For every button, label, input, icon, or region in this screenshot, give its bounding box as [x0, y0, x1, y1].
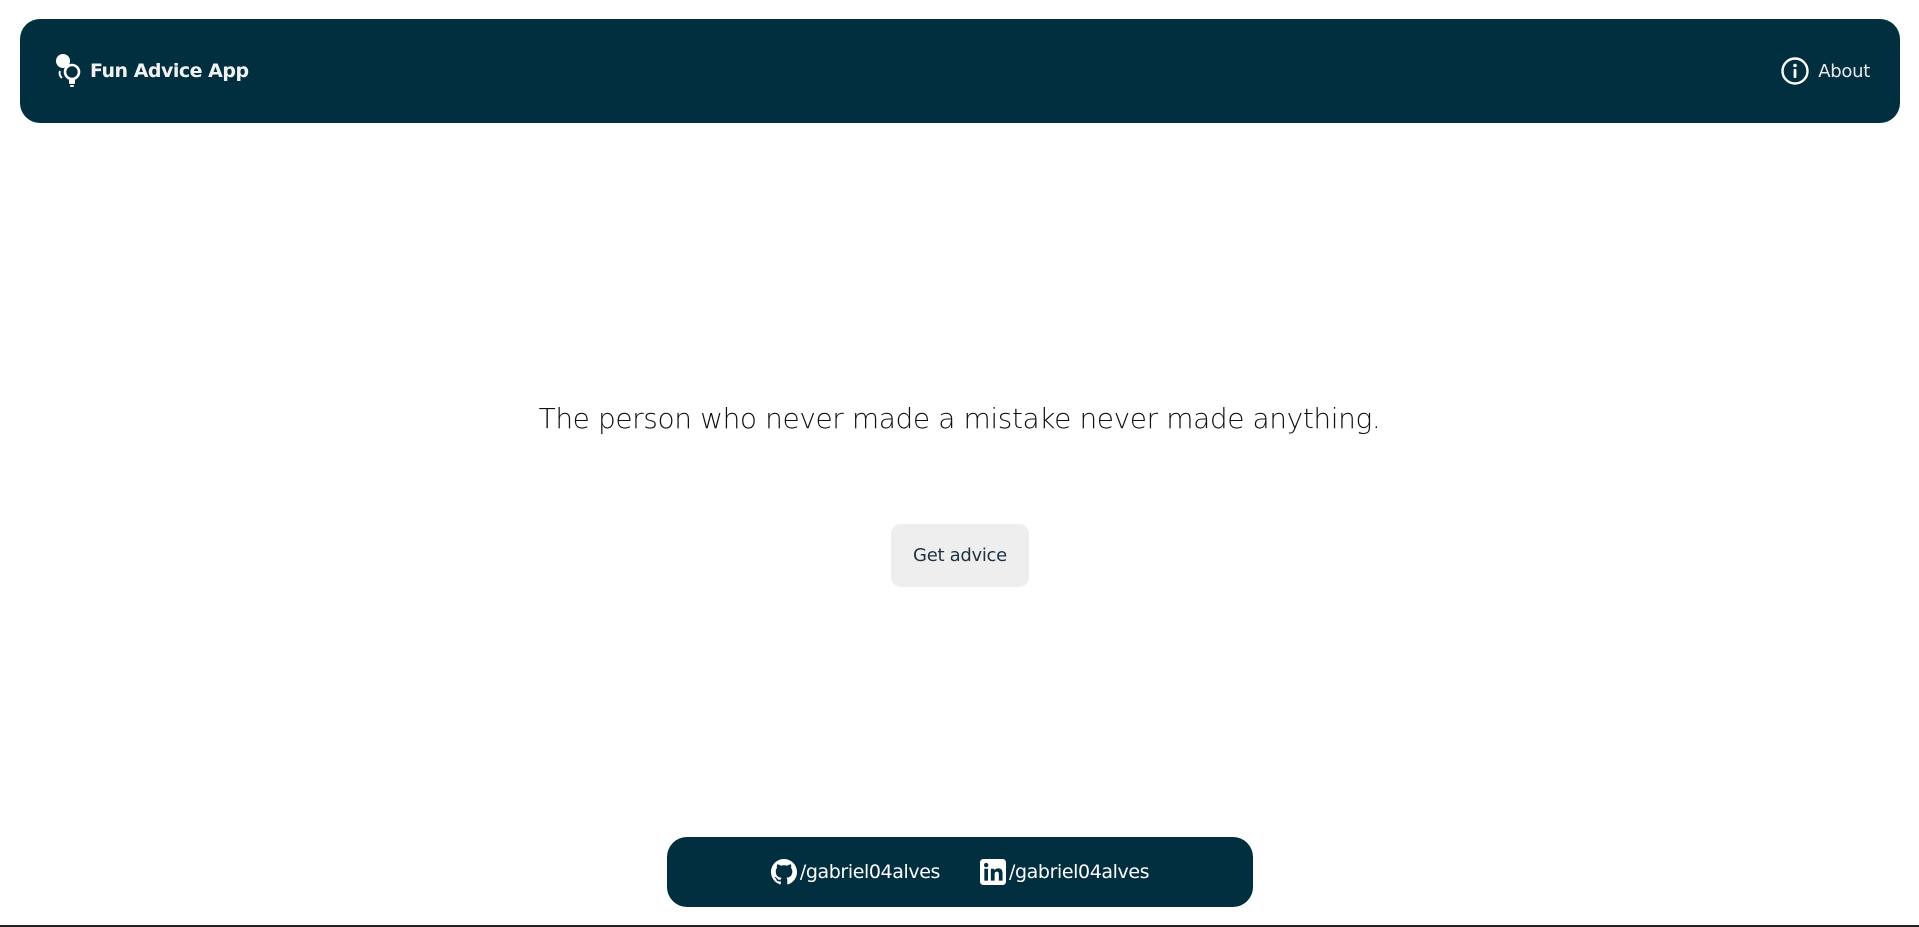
brand-link[interactable]: Fun Advice App [54, 52, 249, 90]
footer: /gabriel04alves /gabriel04alves [667, 837, 1253, 907]
linkedin-handle: /gabriel04alves [1009, 861, 1150, 883]
github-icon [770, 859, 797, 885]
get-advice-button[interactable]: Get advice [891, 524, 1029, 587]
brand-title: Fun Advice App [90, 60, 249, 82]
about-label: About [1818, 60, 1870, 82]
github-link[interactable]: /gabriel04alves [770, 859, 941, 885]
linkedin-link[interactable]: /gabriel04alves [980, 859, 1150, 885]
github-handle: /gabriel04alves [799, 861, 941, 883]
lightbulb-icon [54, 52, 84, 90]
linkedin-icon [980, 859, 1006, 885]
navbar: Fun Advice App About [20, 19, 1900, 123]
advice-text: The person who never made a mistake neve… [538, 402, 1381, 435]
page: Fun Advice App About The person who neve… [0, 0, 1919, 927]
about-link[interactable]: About [1780, 56, 1870, 86]
info-icon [1780, 56, 1810, 86]
